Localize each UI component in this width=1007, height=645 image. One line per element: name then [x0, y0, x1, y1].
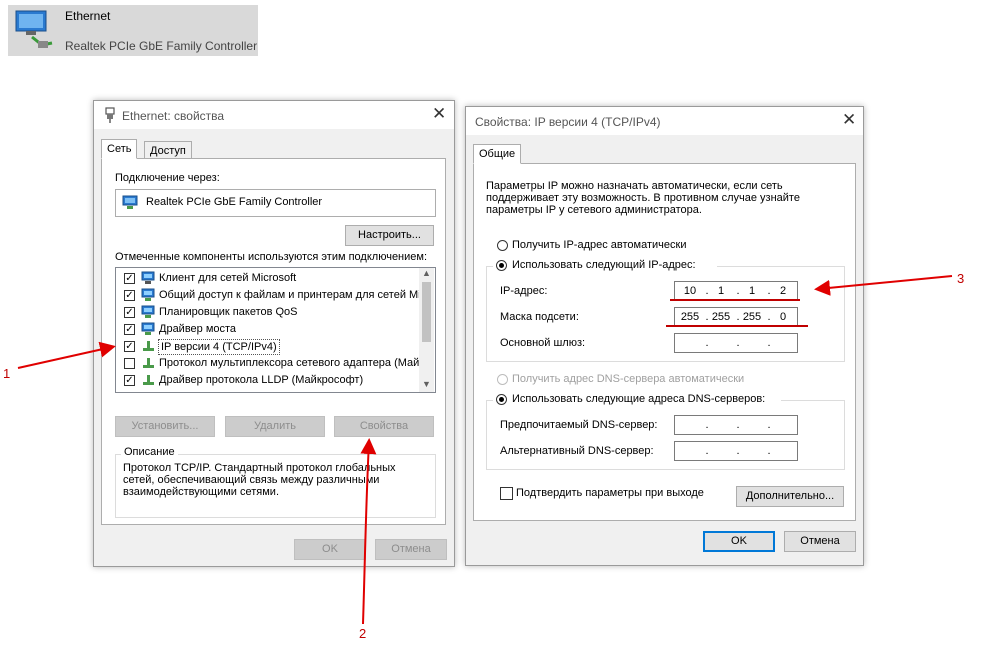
annotation-label-3: 3	[957, 271, 965, 286]
annotation-label-1: 1	[3, 366, 11, 381]
annotation-arrow-3	[814, 275, 953, 296]
tab-network[interactable]: Сеть	[101, 139, 138, 159]
tab-general[interactable]: Общие	[473, 144, 522, 164]
annotation-arrow-2	[360, 438, 377, 625]
annotation-arrow-1	[17, 341, 116, 369]
annotation-label-2: 2	[359, 626, 367, 641]
annotation-overlay	[17, 275, 953, 625]
